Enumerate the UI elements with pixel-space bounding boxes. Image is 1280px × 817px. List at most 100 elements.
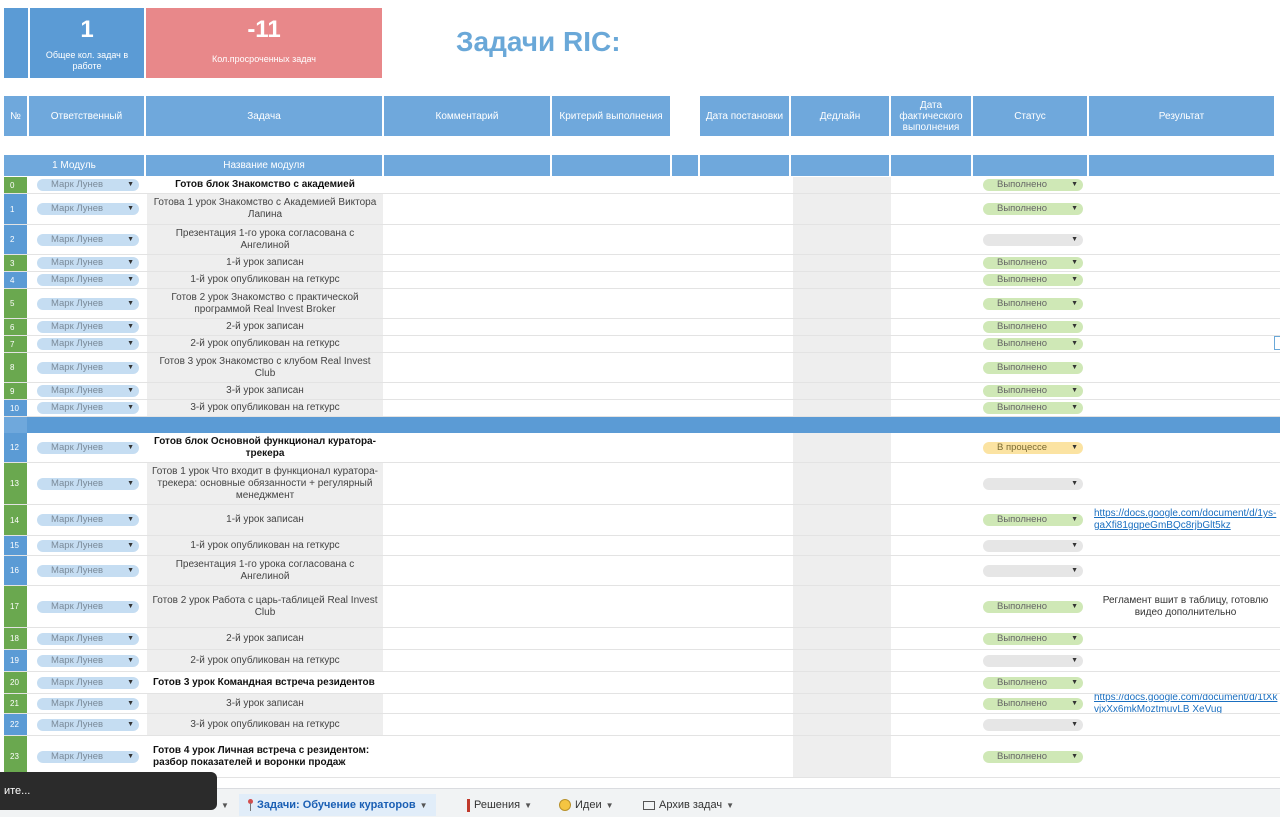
status-cell[interactable]: Выполнено ▼ <box>975 672 1089 693</box>
person-dropdown[interactable]: Марк Лунев ▼ <box>37 179 139 191</box>
row-number[interactable]: 14 <box>4 505 27 535</box>
row-number[interactable]: 19 <box>4 650 27 671</box>
result-cell[interactable] <box>1091 319 1280 335</box>
row-number[interactable]: 8 <box>4 353 27 382</box>
date-actual-cell[interactable] <box>893 650 973 671</box>
date-actual-cell[interactable] <box>893 289 973 318</box>
status-dropdown[interactable]: ▼ <box>983 539 1083 552</box>
tab-prev-dropdown[interactable]: ▼ <box>221 794 229 816</box>
module-header-cell[interactable] <box>1089 155 1276 176</box>
date-actual-cell[interactable] <box>893 383 973 399</box>
responsible-cell[interactable]: Марк Лунев ▼ <box>29 714 145 735</box>
row-number[interactable]: 7 <box>4 336 27 352</box>
person-dropdown[interactable]: Марк Лунев ▼ <box>37 257 139 269</box>
row-number[interactable]: 16 <box>4 556 27 585</box>
status-dropdown[interactable]: Выполнено ▼ <box>983 676 1083 689</box>
responsible-cell[interactable]: Марк Лунев ▼ <box>29 650 145 671</box>
responsible-cell[interactable]: Марк Лунев ▼ <box>29 433 145 462</box>
result-cell[interactable] <box>1091 736 1280 777</box>
status-dropdown[interactable]: Выполнено ▼ <box>983 179 1083 191</box>
person-dropdown[interactable]: Марк Лунев ▼ <box>37 477 139 490</box>
status-dropdown[interactable]: Выполнено ▼ <box>983 203 1083 215</box>
date-set-cell[interactable] <box>702 628 791 649</box>
person-dropdown[interactable]: Марк Лунев ▼ <box>37 402 139 414</box>
date-actual-cell[interactable] <box>893 336 973 352</box>
deadline-cell[interactable] <box>793 289 891 318</box>
comment-cell[interactable] <box>385 289 551 318</box>
date-actual-cell[interactable] <box>893 505 973 535</box>
date-set-cell[interactable] <box>702 225 791 254</box>
criteria-cell[interactable] <box>553 672 673 693</box>
status-cell[interactable]: Выполнено ▼ <box>975 272 1089 288</box>
result-cell[interactable] <box>1091 194 1280 224</box>
person-dropdown[interactable]: Марк Лунев ▼ <box>37 600 139 613</box>
date-actual-cell[interactable] <box>893 694 973 713</box>
status-dropdown[interactable]: Выполнено ▼ <box>983 321 1083 333</box>
criteria-cell[interactable] <box>553 556 673 585</box>
comment-cell[interactable] <box>385 255 551 271</box>
status-dropdown[interactable]: Выполнено ▼ <box>983 632 1083 645</box>
col-header-task[interactable]: Задача <box>146 96 384 136</box>
comment-cell[interactable] <box>385 463 551 504</box>
comment-cell[interactable] <box>385 505 551 535</box>
task-cell[interactable]: Презентация 1-го урока согласована с Анг… <box>147 225 383 254</box>
col-header-date-set[interactable]: Дата постановки <box>700 96 791 136</box>
module-header-module[interactable]: 1 Модуль <box>4 155 146 176</box>
result-cell[interactable] <box>1091 272 1280 288</box>
criteria-cell[interactable] <box>553 586 673 627</box>
deadline-cell[interactable] <box>793 694 891 713</box>
criteria-cell[interactable] <box>553 255 673 271</box>
criteria-cell[interactable] <box>553 694 673 713</box>
date-set-cell[interactable] <box>702 319 791 335</box>
deadline-cell[interactable] <box>793 353 891 382</box>
criteria-cell[interactable] <box>553 353 673 382</box>
comment-cell[interactable] <box>385 336 551 352</box>
status-cell[interactable]: Выполнено ▼ <box>975 336 1089 352</box>
status-cell[interactable]: ▼ <box>975 463 1089 504</box>
date-set-cell[interactable] <box>702 650 791 671</box>
date-set-cell[interactable] <box>702 272 791 288</box>
comment-cell[interactable] <box>385 556 551 585</box>
task-cell[interactable]: Готов блок Основной функционал куратора-… <box>147 433 383 462</box>
row-number[interactable]: 18 <box>4 628 27 649</box>
criteria-cell[interactable] <box>553 714 673 735</box>
date-set-cell[interactable] <box>702 289 791 318</box>
status-cell[interactable]: Выполнено ▼ <box>975 255 1089 271</box>
row-number[interactable]: 15 <box>4 536 27 555</box>
deadline-cell[interactable] <box>793 714 891 735</box>
comment-cell[interactable] <box>385 536 551 555</box>
row-number[interactable]: 17 <box>4 586 27 627</box>
deadline-cell[interactable] <box>793 336 891 352</box>
task-cell[interactable]: 1-й урок опубликован на геткурс <box>147 272 383 288</box>
person-dropdown[interactable]: Марк Лунев ▼ <box>37 750 139 763</box>
task-cell[interactable]: 2-й урок опубликован на геткурс <box>147 650 383 671</box>
responsible-cell[interactable]: Марк Лунев ▼ <box>29 672 145 693</box>
module-header-cell[interactable] <box>973 155 1089 176</box>
responsible-cell[interactable]: Марк Лунев ▼ <box>29 225 145 254</box>
result-cell[interactable] <box>1091 433 1280 462</box>
status-cell[interactable]: Выполнено ▼ <box>975 400 1089 416</box>
date-actual-cell[interactable] <box>893 586 973 627</box>
row-number[interactable]: 10 <box>4 400 27 416</box>
comment-cell[interactable] <box>385 177 551 193</box>
comment-cell[interactable] <box>385 672 551 693</box>
date-set-cell[interactable] <box>702 694 791 713</box>
responsible-cell[interactable]: Марк Лунев ▼ <box>29 556 145 585</box>
comment-cell[interactable] <box>385 383 551 399</box>
result-cell[interactable] <box>1091 255 1280 271</box>
status-dropdown[interactable]: ▼ <box>983 718 1083 731</box>
status-cell[interactable]: Выполнено ▼ <box>975 289 1089 318</box>
col-header-deadline[interactable]: Дедлайн <box>791 96 891 136</box>
module-header-cell[interactable] <box>791 155 891 176</box>
date-actual-cell[interactable] <box>893 319 973 335</box>
date-actual-cell[interactable] <box>893 353 973 382</box>
person-dropdown[interactable]: Марк Лунев ▼ <box>37 233 139 246</box>
date-actual-cell[interactable] <box>893 672 973 693</box>
result-cell[interactable] <box>1091 177 1280 193</box>
criteria-cell[interactable] <box>553 336 673 352</box>
status-cell[interactable]: ▼ <box>975 536 1089 555</box>
row-number[interactable]: 21 <box>4 694 27 713</box>
person-dropdown[interactable]: Марк Лунев ▼ <box>37 203 139 215</box>
status-dropdown[interactable]: ▼ <box>983 477 1083 490</box>
person-dropdown[interactable]: Марк Лунев ▼ <box>37 676 139 689</box>
